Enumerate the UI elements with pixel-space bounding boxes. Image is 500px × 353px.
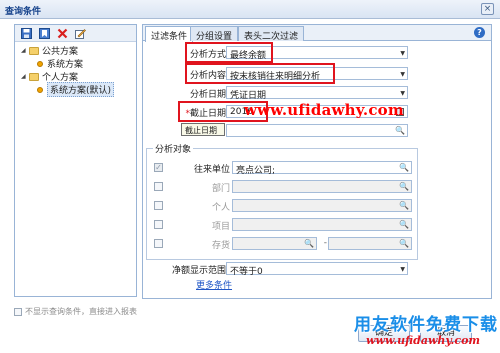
person-label: 个人 xyxy=(211,203,230,213)
window-title: 查询条件 xyxy=(5,7,42,17)
search-icon[interactable]: 🔍 xyxy=(399,163,409,172)
chevron-down-icon[interactable]: ▼ xyxy=(400,266,405,273)
analysis-date-value: 凭证日期 xyxy=(230,91,267,101)
search-icon[interactable]: 🔍 xyxy=(395,126,405,135)
scheme-dot-icon xyxy=(37,86,43,93)
search-icon[interactable]: 🔍 xyxy=(399,239,409,248)
tab-grouping[interactable]: 分组设置 xyxy=(190,26,239,42)
analysis-date-select[interactable]: 凭证日期 ▼ xyxy=(226,86,408,101)
chevron-down-icon[interactable]: ▼ xyxy=(400,50,405,57)
scheme-tree: ◢ 公共方案 系统方案 ◢ 个人方案 系统方案(默认) xyxy=(15,42,136,97)
tree-node-public[interactable]: ◢ 公共方案 xyxy=(21,44,136,57)
tab-header-filter[interactable]: 表头二次过滤 xyxy=(238,26,305,42)
person-input[interactable]: 🔍 xyxy=(232,199,412,212)
no-show-option[interactable]: 不显示查询条件，直接进入报表 xyxy=(14,306,137,317)
watermark-url-bottom: www.ufidawhy.com xyxy=(366,334,481,347)
department-input[interactable]: 🔍 xyxy=(232,180,412,193)
checkbox-department[interactable] xyxy=(154,182,163,191)
net-range-select[interactable]: 不等于0 ▼ xyxy=(226,262,408,277)
scheme-dot-icon xyxy=(37,60,43,67)
project-input[interactable]: 🔍 xyxy=(232,218,412,231)
edit-icon[interactable] xyxy=(74,27,86,39)
title-bar: 查询条件 × xyxy=(0,0,500,19)
cutoff-date-tooltip: 截止日期 xyxy=(181,123,225,136)
range-separator: - xyxy=(323,238,327,248)
scheme-panel: ◢ 公共方案 系统方案 ◢ 个人方案 系统方案(默认) xyxy=(14,24,137,297)
chevron-down-icon[interactable]: ▼ xyxy=(400,71,405,78)
tab-filter[interactable]: 过滤条件 xyxy=(145,26,194,42)
project-label: 项目 xyxy=(211,222,230,232)
counterparty-input[interactable]: 亮点公司; 🔍 xyxy=(232,161,412,176)
no-show-label: 不显示查询条件，直接进入报表 xyxy=(25,307,137,316)
counterparty-label: 往来单位 xyxy=(193,165,230,175)
watermark-url: www.ufidawhy.com xyxy=(244,101,404,119)
search-icon[interactable]: 🔍 xyxy=(399,201,409,210)
tree-node-personal-system-default[interactable]: 系统方案(默认) xyxy=(21,82,136,97)
close-icon[interactable]: × xyxy=(481,3,494,15)
highlight-analysis-content xyxy=(185,63,335,84)
save-icon[interactable] xyxy=(20,27,32,39)
folder-icon xyxy=(29,72,39,81)
no-show-checkbox[interactable] xyxy=(14,307,22,316)
highlight-analysis-method xyxy=(185,42,273,63)
bookmark-icon[interactable] xyxy=(38,27,50,39)
search-icon[interactable]: 🔍 xyxy=(399,220,409,229)
department-label: 部门 xyxy=(211,184,230,194)
watermark-brand: 用友软件免费下载 xyxy=(354,315,498,335)
scheme-toolbar xyxy=(15,25,136,42)
help-icon[interactable]: ? xyxy=(474,27,485,38)
net-range-value: 不等于0 xyxy=(230,267,263,277)
tree-label: 系统方案 xyxy=(47,60,84,70)
search-icon[interactable]: 🔍 xyxy=(304,239,314,248)
group-title: 分析对象 xyxy=(153,142,194,155)
expand-arrow-icon[interactable]: ◢ xyxy=(21,73,29,80)
tree-label: 公共方案 xyxy=(42,47,79,57)
inventory-label: 存货 xyxy=(211,241,230,251)
folder-icon xyxy=(29,46,39,55)
chevron-down-icon[interactable]: ▼ xyxy=(400,90,405,97)
tree-node-public-system[interactable]: 系统方案 xyxy=(21,57,136,70)
inventory-to-input[interactable]: 🔍 xyxy=(328,237,412,250)
inventory-from-input[interactable]: 🔍 xyxy=(232,237,317,250)
delete-icon[interactable] xyxy=(56,27,68,39)
more-conditions-link[interactable]: 更多条件 xyxy=(196,278,232,291)
search-icon[interactable]: 🔍 xyxy=(399,182,409,191)
analysis-date-label: 分析日期 xyxy=(189,90,226,100)
tab-strip: 过滤条件 分组设置 表头二次过滤 ? xyxy=(143,25,491,42)
checkbox-inventory[interactable] xyxy=(154,239,163,248)
extra-condition-input[interactable]: 🔍 xyxy=(226,124,408,137)
checkbox-counterparty[interactable]: ✓ xyxy=(154,163,163,172)
net-range-label: 净额显示范围 xyxy=(171,266,226,276)
checkbox-person[interactable] xyxy=(154,201,163,210)
tree-label-selected: 系统方案(默认) xyxy=(47,82,115,97)
expand-arrow-icon[interactable]: ◢ xyxy=(21,47,29,54)
counterparty-value: 亮点公司; xyxy=(236,166,276,176)
checkbox-project[interactable] xyxy=(154,220,163,229)
